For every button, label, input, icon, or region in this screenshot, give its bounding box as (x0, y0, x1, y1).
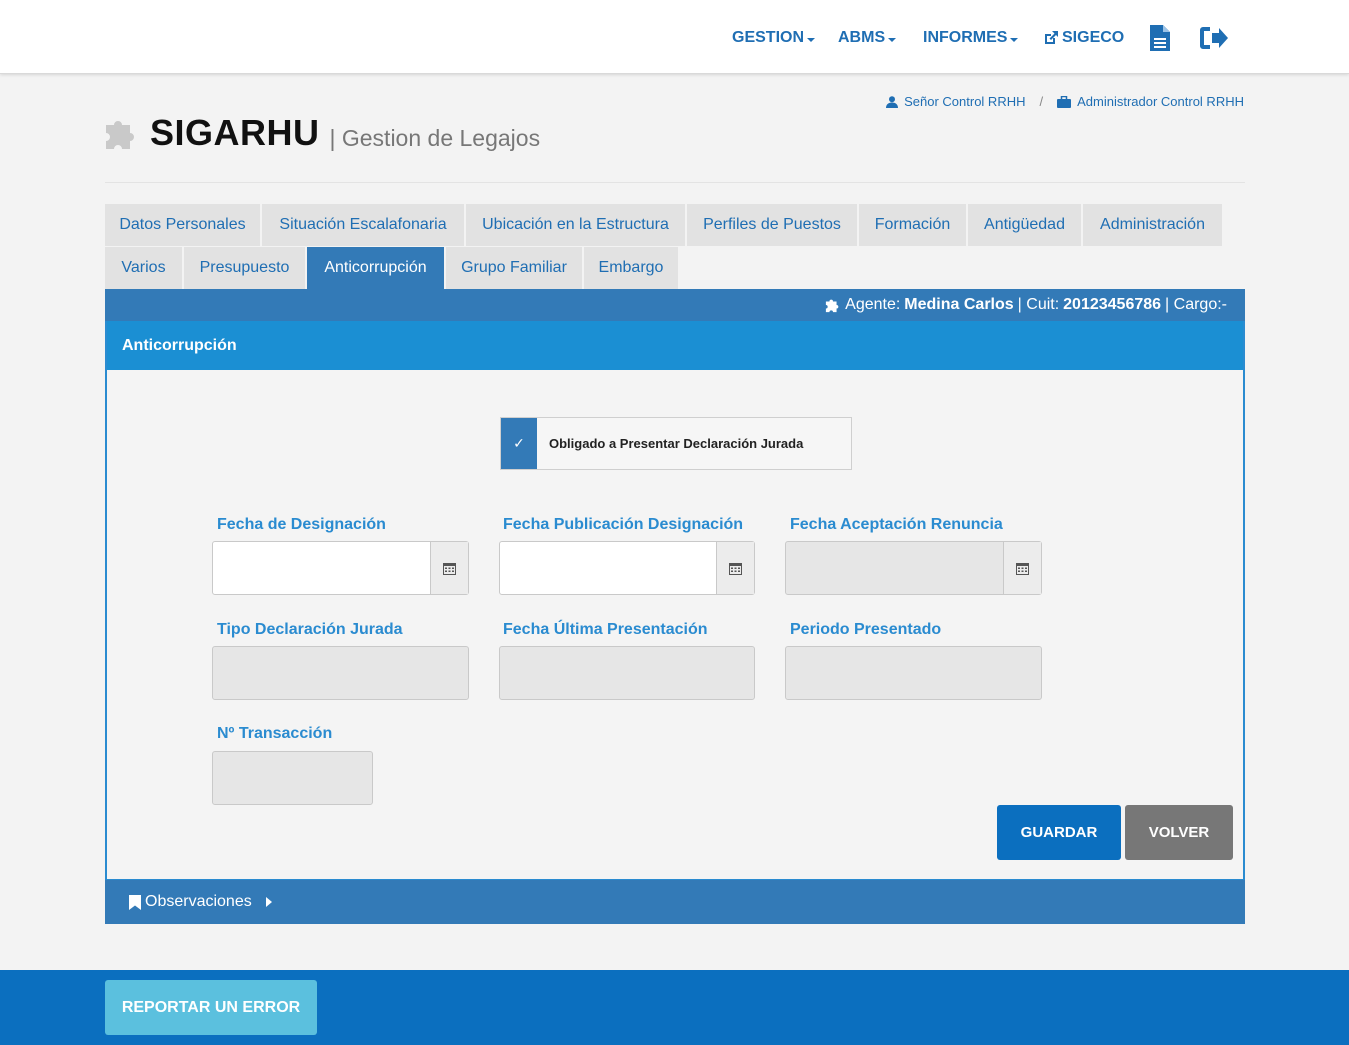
calendar-button[interactable] (1003, 542, 1041, 594)
agent-info-bar: Agente: Medina Carlos | Cuit: 20123456786… (105, 289, 1245, 321)
sign-out-icon (1200, 27, 1228, 49)
transaccion-label: Nº Transacción (217, 725, 333, 742)
transaccion-input (213, 752, 372, 804)
calendar-button[interactable] (716, 542, 754, 594)
puzzle-icon (106, 121, 134, 149)
nav-informes[interactable]: INFORMES (923, 26, 1019, 50)
tab-label: Presupuesto (199, 259, 290, 276)
user-breadcrumb: Señor Control RRHH / Administrador Contr… (886, 94, 1244, 109)
nav-sigeco[interactable]: SIGECO (1043, 26, 1124, 50)
nav-abms[interactable]: ABMS (838, 26, 897, 50)
observaciones-label: Observaciones (145, 893, 252, 910)
briefcase-icon (1057, 95, 1072, 108)
tab-label: Varios (121, 259, 166, 276)
calendar-icon (443, 562, 456, 575)
periodo-label: Periodo Presentado (790, 621, 942, 638)
brand-title: SIGARHU (150, 112, 320, 153)
calendar-button[interactable] (430, 542, 468, 594)
page-title: SIGARHU | Gestion de Legajos (104, 112, 540, 154)
tab-label: Embargo (598, 259, 664, 276)
check-icon[interactable]: ✓ (501, 418, 537, 469)
agent-label: Agente: (845, 296, 901, 313)
nav-sigeco-label: SIGECO (1062, 29, 1125, 46)
user-icon (886, 95, 899, 108)
transaccion-field (212, 751, 373, 805)
fecha-designacion-input[interactable] (213, 542, 431, 594)
tab-label: Antigüedad (984, 216, 1065, 233)
report-error-button[interactable]: REPORTAR UN ERROR (105, 980, 317, 1035)
periodo-field (785, 646, 1042, 700)
fecha-aceptacion-field (785, 541, 1042, 595)
cargo-label: | Cargo:- (1165, 296, 1227, 313)
nav-informes-label: INFORMES (923, 29, 1008, 46)
tab-grupo-familiar[interactable]: Grupo Familiar (446, 247, 582, 289)
declaracion-jurada-checkbox[interactable]: ✓ Obligado a Presentar Declaración Jurad… (500, 417, 852, 470)
anticorrupcion-panel: Anticorrupción ✓ Obligado a Presentar De… (105, 321, 1245, 881)
caret-right-icon (265, 897, 272, 907)
tab-datos-personales[interactable]: Datos Personales (105, 204, 260, 246)
tab-label: Datos Personales (119, 216, 246, 233)
tab-formacion[interactable]: Formación (859, 204, 966, 246)
fecha-ultima-field (499, 646, 755, 700)
observaciones-toggle[interactable]: Observaciones (105, 880, 1245, 924)
tipo-declaracion-input (213, 647, 468, 699)
divider (105, 182, 1245, 183)
back-button[interactable]: VOLVER (1125, 805, 1233, 860)
top-navbar: GESTION ABMS INFORMES SIGECO (0, 0, 1349, 74)
tab-perfiles-puestos[interactable]: Perfiles de Puestos (687, 204, 857, 246)
periodo-input (786, 647, 1041, 699)
breadcrumb-separator: / (1039, 94, 1044, 109)
external-link-icon (1045, 31, 1058, 44)
cuit-label: | Cuit: (1017, 296, 1060, 313)
caret-down-icon (888, 37, 897, 42)
nav-abms-label: ABMS (838, 29, 886, 46)
document-button[interactable] (1150, 25, 1170, 56)
tab-label: Anticorrupción (324, 259, 427, 276)
cuit-value: 20123456786 (1063, 296, 1162, 313)
agent-name: Medina Carlos (904, 296, 1014, 313)
tab-label: Perfiles de Puestos (703, 216, 841, 233)
nav-gestion[interactable]: GESTION (732, 26, 816, 50)
user-role[interactable]: Administrador Control RRHH (1077, 94, 1244, 109)
tab-antiguedad[interactable]: Antigüedad (968, 204, 1081, 246)
puzzle-icon (826, 299, 839, 313)
calendar-icon (729, 562, 742, 575)
tab-situacion-escalafonaria[interactable]: Situación Escalafonaria (262, 204, 464, 246)
tab-administracion[interactable]: Administración (1083, 204, 1222, 246)
caret-down-icon (807, 37, 816, 42)
tab-ubicacion-estructura[interactable]: Ubicación en la Estructura (466, 204, 685, 246)
fecha-designacion-field (212, 541, 469, 595)
fecha-aceptacion-label: Fecha Aceptación Renuncia (790, 516, 1003, 533)
tab-label: Situación Escalafonaria (279, 216, 447, 233)
bookmark-icon (129, 894, 141, 910)
user-name[interactable]: Señor Control RRHH (904, 94, 1025, 109)
tab-label: Grupo Familiar (461, 259, 567, 276)
caret-down-icon (1010, 37, 1019, 42)
tab-label: Administración (1100, 216, 1205, 233)
fecha-designacion-label: Fecha de Designación (217, 516, 386, 533)
save-button[interactable]: GUARDAR (997, 805, 1121, 860)
fecha-ultima-input (500, 647, 754, 699)
nav-gestion-label: GESTION (732, 29, 805, 46)
document-icon (1150, 25, 1170, 51)
fecha-ultima-label: Fecha Última Presentación (503, 621, 708, 638)
brand-subtitle: | Gestion de Legajos (329, 124, 541, 151)
fecha-publicacion-input[interactable] (500, 542, 717, 594)
fecha-aceptacion-input (786, 542, 1004, 594)
tab-embargo[interactable]: Embargo (584, 247, 678, 289)
tipo-declaracion-label: Tipo Declaración Jurada (217, 621, 403, 638)
tab-presupuesto[interactable]: Presupuesto (184, 247, 305, 289)
checkbox-label: Obligado a Presentar Declaración Jurada (549, 436, 804, 451)
tab-varios[interactable]: Varios (105, 247, 182, 289)
calendar-icon (1016, 562, 1029, 575)
logout-button[interactable] (1199, 25, 1229, 56)
tab-label: Ubicación en la Estructura (482, 216, 669, 233)
fecha-publicacion-label: Fecha Publicación Designación (503, 516, 744, 533)
panel-title: Anticorrupción (107, 321, 1243, 370)
footer: REPORTAR UN ERROR (0, 970, 1349, 1045)
tipo-declaracion-field (212, 646, 469, 700)
tab-label: Formación (874, 216, 951, 233)
tab-anticorrupcion[interactable]: Anticorrupción (307, 247, 444, 289)
fecha-publicacion-field (499, 541, 755, 595)
